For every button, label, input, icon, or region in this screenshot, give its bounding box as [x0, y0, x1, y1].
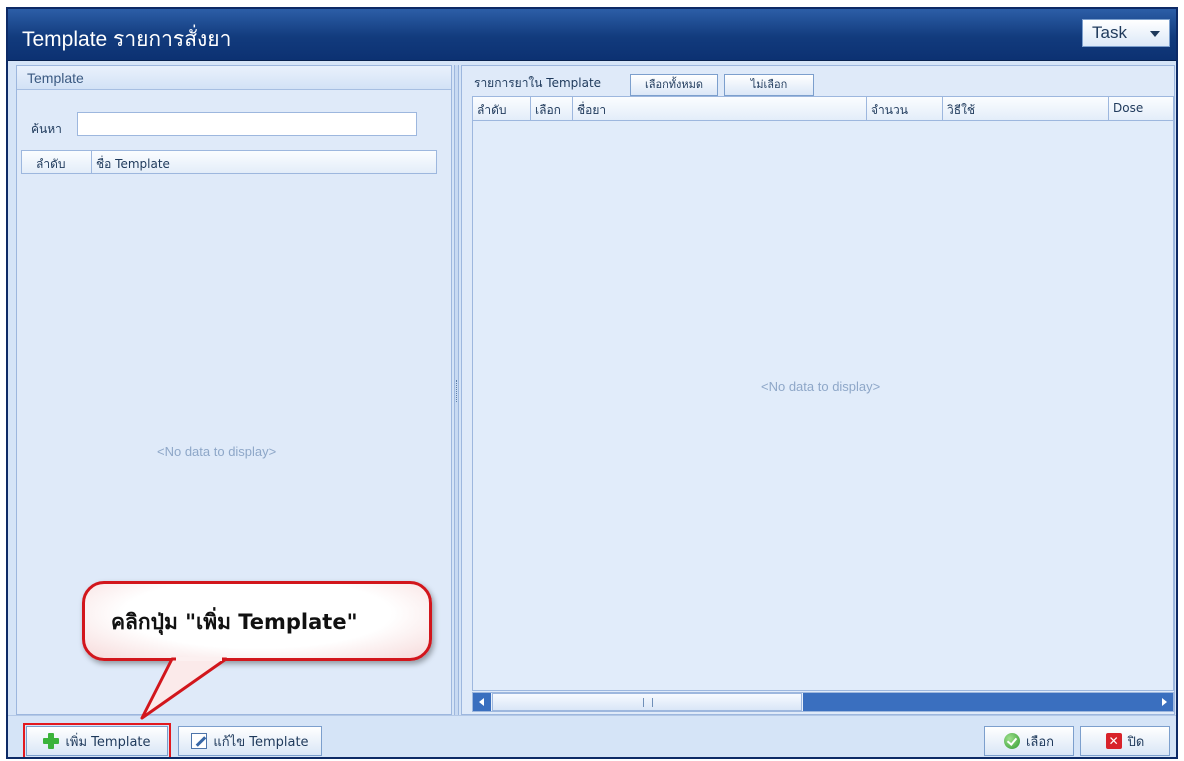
callout-pointer: [140, 657, 228, 720]
